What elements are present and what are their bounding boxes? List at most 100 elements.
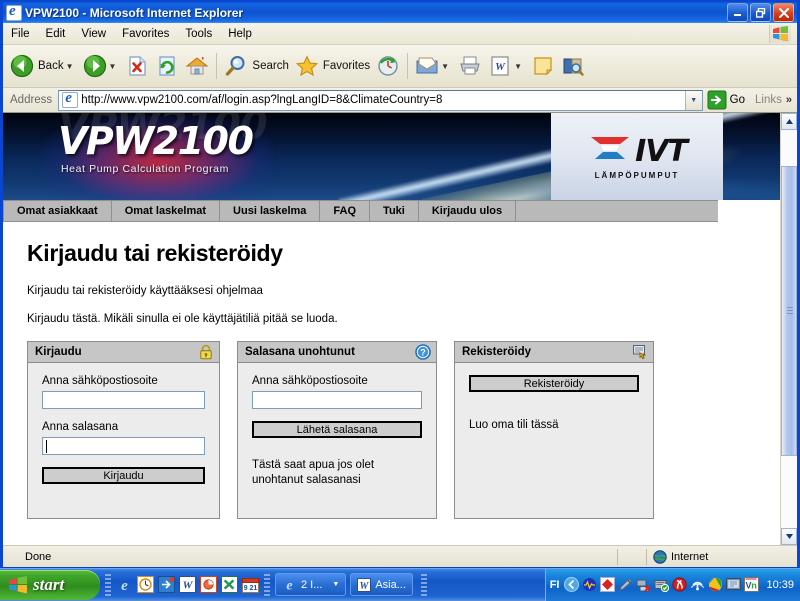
task-button-ie-group[interactable]: e 2 I... ▼ — [275, 573, 347, 596]
forgot-panel-header: Salasana unohtunut ? — [238, 342, 436, 363]
page-content: Kirjaudu tai rekisteröidy Kirjaudu tai r… — [3, 222, 780, 519]
toolbar-separator-2 — [407, 53, 409, 79]
nav-item-faq[interactable]: FAQ — [320, 201, 371, 221]
scrollbar-track[interactable] — [781, 130, 797, 528]
taskbar-grip[interactable] — [264, 573, 270, 596]
toolbar-overflow-chevron[interactable]: » — [786, 94, 797, 106]
menu-item-help[interactable]: Help — [220, 26, 260, 42]
quicklaunch-grip[interactable] — [105, 573, 111, 596]
search-label: Search — [252, 60, 289, 72]
stop-button[interactable] — [122, 47, 152, 85]
forward-dropdown-caret[interactable]: ▼ — [109, 62, 117, 71]
menu-item-favorites[interactable]: Favorites — [114, 26, 177, 42]
stop-icon — [129, 56, 147, 76]
go-button[interactable]: Go — [703, 90, 751, 110]
research-button[interactable] — [558, 47, 588, 85]
nav-item-uusi-laskelma[interactable]: Uusi laskelma — [220, 201, 321, 221]
minimize-button[interactable] — [727, 3, 748, 22]
page-viewport: VPW2100 VPW2100 Heat Pump Calculation Pr… — [3, 113, 797, 545]
wireless-signal-icon[interactable] — [690, 577, 705, 592]
tray-grip[interactable] — [420, 573, 427, 596]
site-navigation: Omat asiakkaat Omat laskelmat Uusi laske… — [3, 200, 718, 222]
links-button[interactable]: Links — [751, 94, 786, 106]
tray-collapse-icon[interactable] — [564, 577, 580, 592]
vnc-icon[interactable]: V n — [744, 577, 760, 592]
start-button[interactable]: start — [0, 569, 100, 600]
address-dropdown-button[interactable]: ▼ — [684, 90, 702, 110]
audio-monitor-icon[interactable] — [582, 577, 597, 592]
safely-remove-icon[interactable] — [654, 577, 670, 592]
page-scrollbar[interactable] — [780, 113, 797, 545]
scroll-up-button[interactable] — [781, 113, 797, 130]
address-input[interactable]: http://www.vpw2100.com/af/login.asp?lngL… — [58, 89, 703, 111]
register-panel-body: Rekisteröidy Luo oma tili tässä — [455, 363, 653, 518]
forgot-submit-button[interactable]: Lähetä salasana — [252, 421, 422, 438]
forgot-panel-title: Salasana unohtunut — [245, 346, 355, 358]
menu-item-view[interactable]: View — [73, 26, 114, 42]
edit-word-button[interactable]: W ▼ — [485, 47, 528, 85]
task-group-caret-icon[interactable]: ▼ — [332, 581, 339, 588]
network-disconnected-icon[interactable] — [636, 577, 652, 592]
notes-button[interactable] — [528, 47, 558, 85]
favorites-button[interactable]: Favorites — [292, 47, 373, 85]
show-desktop-icon — [158, 576, 175, 593]
windows-flag-icon — [769, 24, 791, 43]
nav-item-omat-laskelmat[interactable]: Omat laskelmat — [112, 201, 221, 221]
login-password-label: Anna salasana — [42, 421, 119, 433]
security-zone: Internet — [647, 547, 797, 567]
task-button-word[interactable]: W Asia... — [350, 573, 413, 596]
menu-item-edit[interactable]: Edit — [38, 26, 74, 42]
antivirus-shield-icon[interactable] — [672, 577, 688, 592]
mail-dropdown-caret[interactable]: ▼ — [441, 62, 449, 71]
security-zone-text: Internet — [671, 550, 709, 563]
edit-word-icon: W — [491, 56, 509, 76]
research-icon — [563, 58, 584, 76]
register-panel-title: Rekisteröidy — [462, 346, 532, 358]
nav-item-tuki[interactable]: Tuki — [370, 201, 419, 221]
history-button[interactable] — [373, 47, 403, 85]
help-question-icon[interactable]: ? — [415, 344, 431, 360]
system-tray: FI V n 10:39 — [544, 568, 800, 601]
refresh-icon — [159, 56, 176, 76]
ivt-logo-subtitle: LÄMPÖPUMPUT — [594, 170, 680, 180]
nav-item-kirjaudu-ulos[interactable]: Kirjaudu ulos — [419, 201, 517, 221]
ie-quicklaunch-icon: e — [121, 578, 128, 593]
bluetooth-device-icon[interactable] — [618, 577, 633, 592]
colored-ball-icon[interactable] — [708, 577, 723, 592]
notes-icon — [534, 57, 553, 76]
scroll-down-button[interactable] — [781, 528, 797, 545]
ivt-logo: IVT LÄMPÖPUMPUT — [551, 113, 723, 200]
scrollbar-thumb[interactable] — [781, 166, 797, 456]
login-password-input[interactable] — [42, 437, 205, 455]
taskbar-clock[interactable]: 10:39 — [766, 579, 794, 591]
forward-button[interactable]: ▼ — [80, 47, 123, 85]
nav-item-omat-asiakkaat[interactable]: Omat asiakkaat — [3, 201, 112, 221]
red-diamond-icon[interactable] — [600, 577, 616, 592]
taskbar: start e W 9 21 e 2 I... ▼ W Asia... FI V… — [0, 568, 800, 601]
close-button[interactable] — [773, 3, 794, 22]
go-label: Go — [729, 94, 746, 106]
register-panel-header: Rekisteröidy — [455, 342, 653, 363]
menu-item-tools[interactable]: Tools — [177, 26, 220, 42]
menu-item-file[interactable]: File — [3, 26, 38, 42]
search-button[interactable]: Search — [221, 47, 291, 85]
login-email-input[interactable] — [42, 391, 205, 409]
login-panel-title: Kirjaudu — [35, 346, 82, 358]
forgot-email-input[interactable] — [252, 391, 422, 409]
register-submit-button[interactable]: Rekisteröidy — [469, 375, 639, 392]
print-button[interactable] — [455, 47, 485, 85]
login-email-label: Anna sähköpostiosoite — [42, 375, 158, 387]
back-button[interactable]: Back ▼ — [7, 47, 80, 85]
back-dropdown-caret[interactable]: ▼ — [66, 62, 74, 71]
login-submit-button[interactable]: Kirjaudu — [42, 467, 205, 484]
home-button[interactable] — [182, 47, 212, 85]
restore-button[interactable] — [750, 3, 771, 22]
task-label-ie: 2 I... — [301, 578, 323, 591]
mail-button[interactable]: ▼ — [412, 47, 455, 85]
display-settings-icon[interactable] — [726, 577, 742, 592]
language-indicator[interactable]: FI — [550, 579, 560, 591]
edit-dropdown-caret[interactable]: ▼ — [514, 62, 522, 71]
refresh-button[interactable] — [152, 47, 182, 85]
favorites-label: Favorites — [322, 60, 371, 72]
text-cursor — [46, 440, 47, 453]
